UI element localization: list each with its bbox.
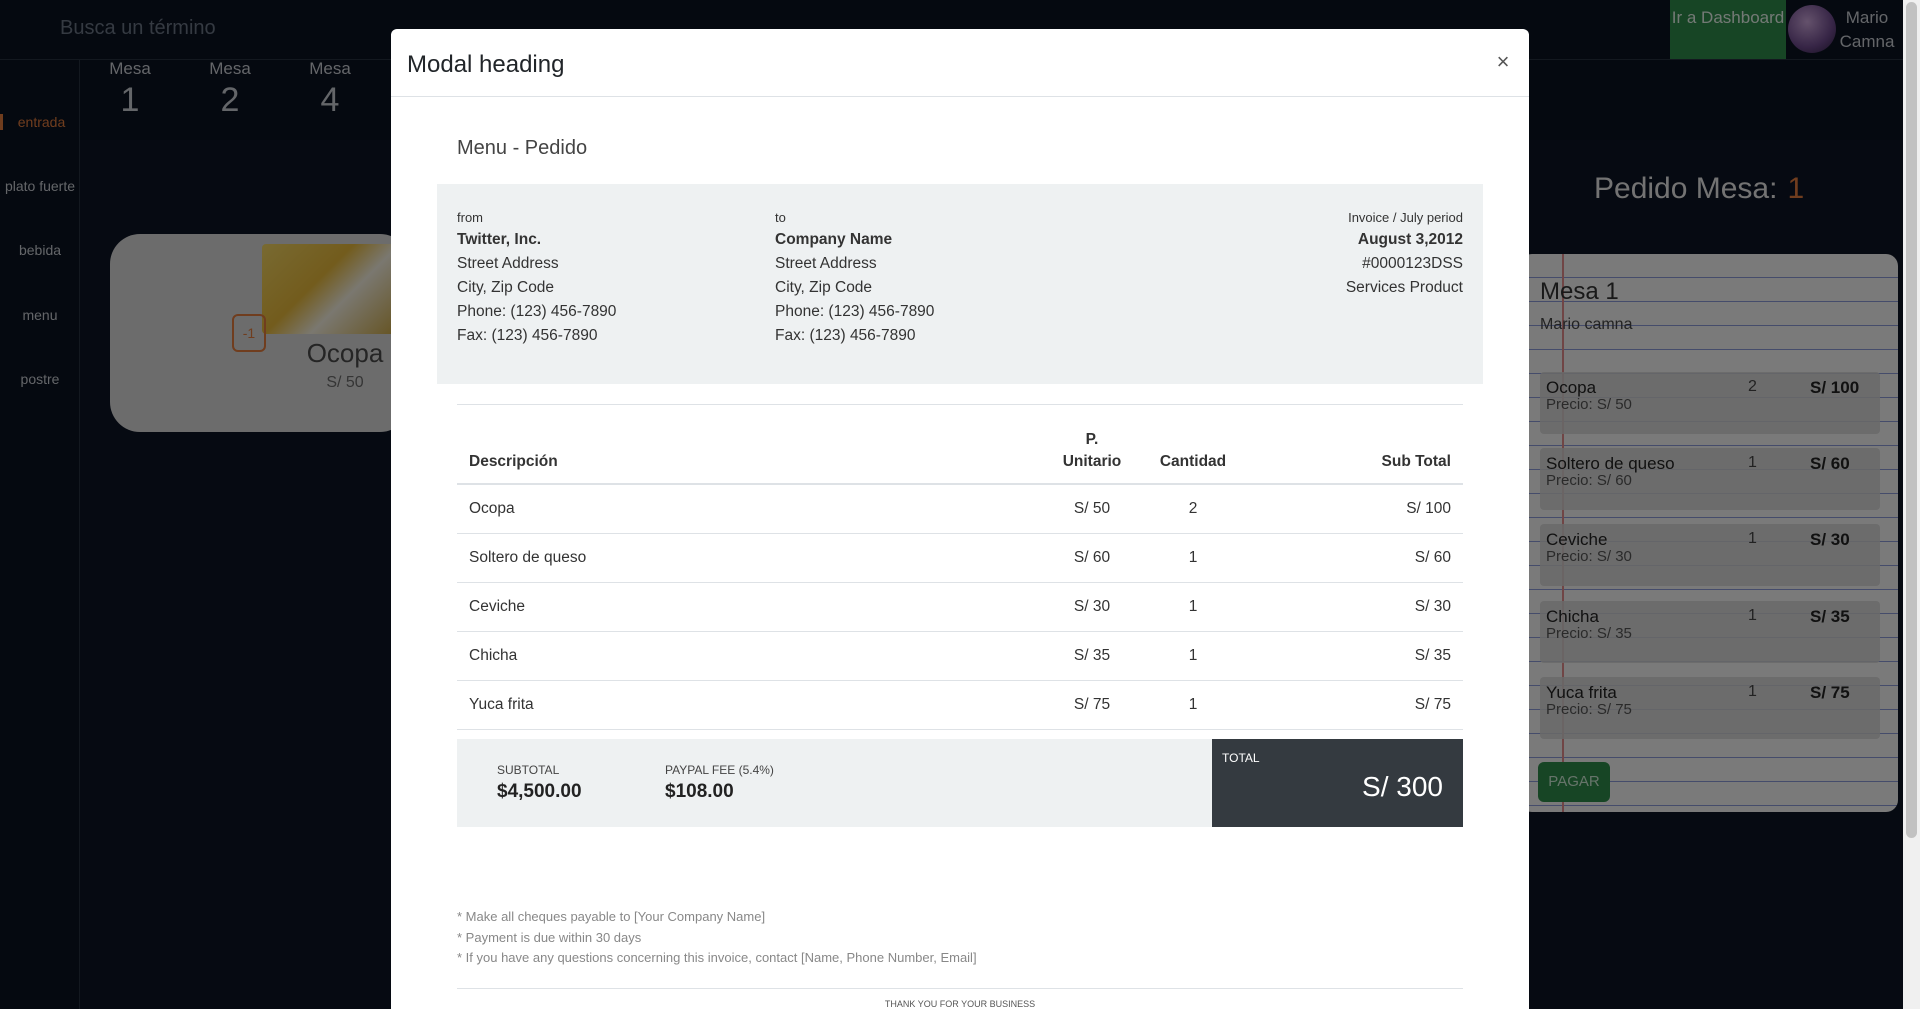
subtotal-label: SUBTOTAL <box>497 763 560 777</box>
cell-subtotal: S/ 100 <box>1249 484 1463 534</box>
cell-description: Chicha <box>457 631 1047 681</box>
subtotal-value: $4,500.00 <box>497 781 582 802</box>
from-name: Twitter, Inc. <box>457 231 542 248</box>
to-label: to <box>775 210 786 225</box>
table-row: Chicha S/ 35 1 S/ 35 <box>457 631 1463 681</box>
to-address: Street Address <box>775 255 877 272</box>
cell-unit-price: S/ 30 <box>1047 582 1137 632</box>
invoice-type: Services Product <box>1345 279 1463 296</box>
cell-quantity: 1 <box>1137 533 1249 583</box>
fee-value: $108.00 <box>665 781 734 802</box>
header-quantity: Cantidad <box>1137 419 1249 485</box>
invoice-heading: Menu - Pedido <box>457 137 588 159</box>
fee-label: PAYPAL FEE (5.4%) <box>665 763 774 777</box>
header-unit-line1: P. <box>1085 431 1099 448</box>
table-row: Ceviche S/ 30 1 S/ 30 <box>457 582 1463 632</box>
from-label: from <box>457 210 483 225</box>
table-row: Yuca frita S/ 75 1 S/ 75 <box>457 680 1463 730</box>
cell-subtotal: S/ 35 <box>1249 631 1463 681</box>
cell-unit-price: S/ 35 <box>1047 631 1137 681</box>
from-city: City, Zip Code <box>457 279 555 296</box>
cell-description: Ceviche <box>457 582 1047 632</box>
cell-unit-price: S/ 50 <box>1047 484 1137 534</box>
modal-title: Modal heading <box>407 51 565 78</box>
header-unit-price: P. Unitario <box>1047 419 1137 485</box>
divider <box>457 404 1463 405</box>
from-block: from Twitter, Inc. Street Address City, … <box>457 208 616 348</box>
cell-unit-price: S/ 60 <box>1047 533 1137 583</box>
cell-subtotal: S/ 30 <box>1249 582 1463 632</box>
invoice-period: Invoice / July period <box>1348 210 1463 225</box>
cell-quantity: 1 <box>1137 582 1249 632</box>
cell-quantity: 1 <box>1137 680 1249 730</box>
to-fax: Fax: (123) 456-7890 <box>775 327 916 344</box>
note-line: * Payment is due within 30 days <box>457 929 642 945</box>
header-unit-line2: Unitario <box>1062 453 1122 470</box>
to-block: to Company Name Street Address City, Zip… <box>775 208 934 348</box>
invoice-date: August 3,2012 <box>1357 231 1463 248</box>
invoice-block: Invoice / July period August 3,2012 #000… <box>1346 208 1463 300</box>
cell-quantity: 2 <box>1137 484 1249 534</box>
table-header-row: Descripción P. Unitario Cantidad Sub Tot… <box>457 419 1463 485</box>
cell-subtotal: S/ 75 <box>1249 680 1463 730</box>
cell-description: Ocopa <box>457 484 1047 534</box>
scrollbar-thumb[interactable] <box>1906 2 1917 838</box>
cell-subtotal: S/ 60 <box>1249 533 1463 583</box>
to-phone: Phone: (123) 456-7890 <box>775 303 935 320</box>
modal-header: Modal heading × <box>391 29 1529 97</box>
cell-quantity: 1 <box>1137 631 1249 681</box>
fee-block: PAYPAL FEE (5.4%) $108.00 <box>665 763 774 803</box>
header-subtotal: Sub Total <box>1249 419 1463 485</box>
from-fax: Fax: (123) 456-7890 <box>457 327 598 344</box>
from-phone: Phone: (123) 456-7890 <box>457 303 617 320</box>
header-description: Descripción <box>457 419 1047 485</box>
cell-description: Yuca frita <box>457 680 1047 730</box>
total-label: TOTAL <box>1222 751 1260 765</box>
total-block: TOTAL S/ 300 <box>1212 739 1463 827</box>
subtotal-block: SUBTOTAL $4,500.00 <box>497 763 582 803</box>
cell-description: Soltero de queso <box>457 533 1047 583</box>
divider <box>457 988 1463 989</box>
close-icon[interactable]: × <box>1491 49 1515 75</box>
totals-bar: SUBTOTAL $4,500.00 PAYPAL FEE (5.4%) $10… <box>457 739 1463 827</box>
thank-you-text: THANK YOU FOR YOUR BUSINESS <box>884 999 1036 1009</box>
invoice-table: Descripción P. Unitario Cantidad Sub Tot… <box>457 419 1463 730</box>
to-name: Company Name <box>775 231 893 248</box>
note-line: * If you have any questions concerning t… <box>457 950 977 965</box>
note-line: * Make all cheques payable to [Your Comp… <box>457 909 766 924</box>
from-address: Street Address <box>457 255 559 272</box>
table-row: Soltero de queso S/ 60 1 S/ 60 <box>457 533 1463 583</box>
to-city: City, Zip Code <box>775 279 873 296</box>
invoice-notes: * Make all cheques payable to [Your Comp… <box>457 907 977 969</box>
total-value: S/ 300 <box>1362 771 1443 802</box>
invoice-modal: Modal heading × Menu - Pedido from Twitt… <box>391 29 1529 1009</box>
cell-unit-price: S/ 75 <box>1047 680 1137 730</box>
invoice-number: #0000123DSS <box>1362 255 1463 272</box>
table-row: Ocopa S/ 50 2 S/ 100 <box>457 484 1463 534</box>
invoice-info: from Twitter, Inc. Street Address City, … <box>437 184 1483 384</box>
